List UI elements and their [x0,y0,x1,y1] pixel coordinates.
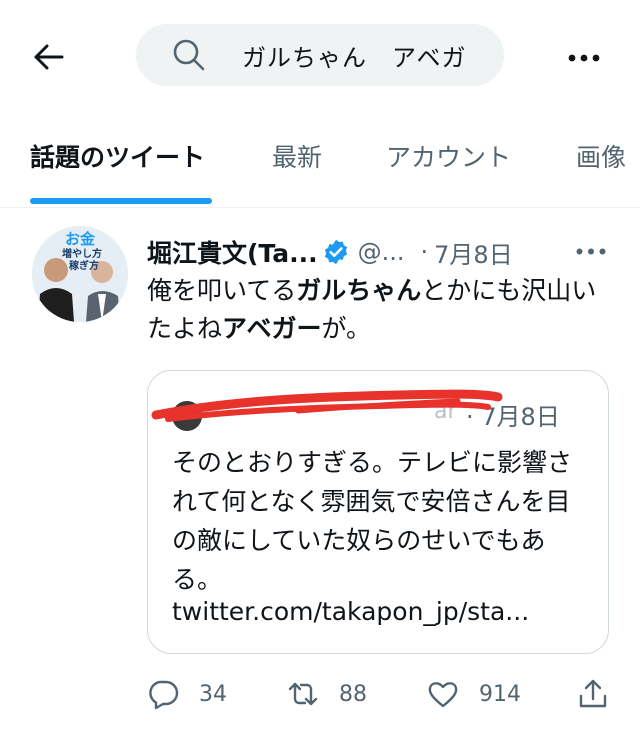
tweet-text-part: が。 [321,314,372,343]
search-tabs: 話題のツイート 最新 アカウント 画像 [0,112,640,208]
retweet-count: 88 [339,681,367,707]
quote-avatar [172,401,202,431]
search-box[interactable] [136,24,512,86]
tab-top[interactable]: 話題のツイート [30,138,205,174]
tweet-actions: 34 88 914 [147,678,617,714]
retweet-button[interactable]: 88 [287,678,367,710]
avatar-title-2: 増やし方 [62,247,102,260]
quote-separator: · [466,403,474,431]
like-button[interactable]: 914 [427,678,521,710]
quote-date: 7月8日 [481,403,560,431]
highlighted-term: アベガー [222,314,322,343]
back-arrow-icon [34,44,64,70]
author-name[interactable]: 堀江貴文(Ta... [147,234,318,270]
tab-latest[interactable]: 最新 [272,138,322,174]
quote-author-name: ar [434,399,457,424]
quoted-tweet[interactable]: ar · 7月8日 そのとおりすぎる。テレビに影響されて何となく雰囲気で安倍さん… [147,370,609,654]
retweet-icon [288,682,318,706]
search-icon [173,39,205,71]
author-handle[interactable]: @... [358,238,405,266]
tweet-more-button[interactable] [574,236,608,266]
highlighted-term: ガルちゃん [296,276,422,305]
quote-text: そのとおりすぎる。テレビに影響されて何となく雰囲気で安倍さんを目の敵にしていた奴… [172,448,573,594]
like-count: 914 [479,681,521,707]
top-bar [0,0,640,112]
active-tab-indicator [30,198,212,204]
tweet-header: 堀江貴文(Ta... @... · 7月8日 [147,234,617,270]
avatar[interactable]: お金 増やし方 稼ぎ方 [32,226,128,322]
verified-icon [324,239,347,265]
search-input[interactable] [242,41,512,69]
tweet[interactable]: お金 増やし方 稼ぎ方 堀江貴文(Ta... @... · 7月8日 俺を叩いて… [0,208,640,737]
more-options-button[interactable] [560,38,608,78]
share-button[interactable] [577,678,609,710]
back-button[interactable] [26,34,72,80]
like-icon [428,682,458,708]
reply-count: 34 [199,681,227,707]
share-icon [579,679,607,708]
more-icon [576,248,606,254]
quote-meta: · 7月8日 [466,397,560,432]
tab-people[interactable]: アカウント [386,138,511,174]
tweet-text: 俺を叩いてるガルちゃんとかにも沢山いたよねアベガーが。 [147,272,617,348]
tweet-text-part: 俺を叩いてる [147,276,297,305]
tweet-date[interactable]: 7月8日 [434,235,513,270]
more-icon [568,54,600,62]
reply-button[interactable]: 34 [147,678,227,710]
avatar-title-3: 稼ぎ方 [69,259,99,272]
avatar-title-1: お金 [65,230,96,248]
tab-photos[interactable]: 画像 [576,138,626,174]
reply-icon [149,680,179,710]
quote-link[interactable]: twitter.com/takapon_jp/sta... [172,597,529,626]
meta-separator: · [420,238,429,266]
avatar-image: お金 増やし方 稼ぎ方 [32,226,128,322]
